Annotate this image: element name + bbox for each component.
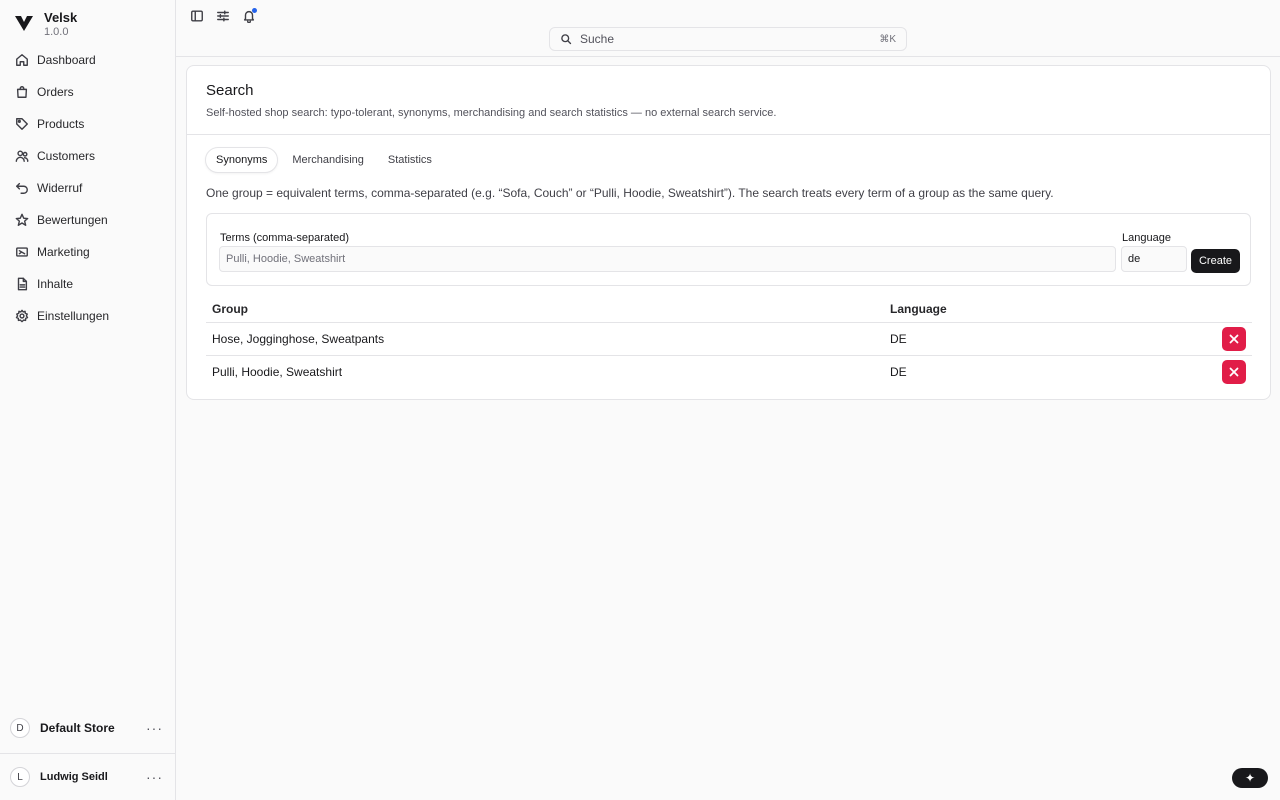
sidebar-item-label: Dashboard bbox=[37, 53, 96, 67]
topbar-icons bbox=[190, 8, 257, 24]
delete-button[interactable] bbox=[1222, 359, 1246, 384]
brand-name: Velsk bbox=[44, 10, 78, 25]
file-icon bbox=[17, 277, 28, 291]
store-switcher[interactable]: D Default Store ··· bbox=[0, 707, 175, 749]
sidebar-nav: Dashboard Orders Products Customers Wide… bbox=[0, 44, 175, 332]
sidebar-item-bewertungen[interactable]: Bewertungen bbox=[0, 204, 175, 236]
app-shell: Velsk 1.0.0 Dashboard Orders Products Cu… bbox=[0, 0, 1280, 800]
search-shortcut: ⌘K bbox=[879, 33, 896, 45]
sidebar-item-orders[interactable]: Orders bbox=[0, 76, 175, 108]
create-button[interactable]: Create bbox=[1191, 249, 1240, 273]
language-input[interactable] bbox=[1121, 246, 1187, 272]
table-row: Pulli, Hoodie, Sweatshirt DE bbox=[206, 355, 1252, 388]
velsk-logo-icon bbox=[15, 16, 33, 31]
sliders-icon[interactable] bbox=[216, 9, 230, 23]
brand[interactable]: Velsk 1.0.0 bbox=[0, 0, 175, 44]
terms-input[interactable] bbox=[219, 246, 1116, 272]
user-more-button[interactable]: ··· bbox=[146, 769, 163, 785]
column-header-actions bbox=[1125, 296, 1252, 323]
sidebar-item-label: Bewertungen bbox=[37, 213, 108, 227]
sidebar-item-einstellungen[interactable]: Einstellungen bbox=[0, 300, 175, 332]
search-icon bbox=[561, 34, 572, 45]
tag-icon bbox=[16, 118, 28, 130]
users-icon bbox=[15, 150, 29, 162]
sidebar-item-marketing[interactable]: Marketing bbox=[0, 236, 175, 268]
cell-group: Pulli, Hoodie, Sweatshirt bbox=[212, 364, 343, 379]
terms-label: Terms (comma-separated) bbox=[220, 232, 349, 244]
card-header: Search Self-hosted shop search: typo-tol… bbox=[187, 66, 1270, 135]
cell-language: DE bbox=[884, 322, 1126, 356]
page-title: Search bbox=[206, 82, 254, 99]
page-description: Self-hosted shop search: typo-tolerant, … bbox=[206, 107, 777, 119]
sidebar-item-inhalte[interactable]: Inhalte bbox=[0, 268, 175, 300]
table-row: Hose, Jogginghose, Sweatpants DE bbox=[206, 322, 1252, 356]
notification-dot bbox=[252, 8, 257, 13]
delete-button[interactable] bbox=[1222, 326, 1246, 351]
topbar: Suche ⌘K bbox=[176, 0, 1280, 57]
sidebar-item-label: Products bbox=[37, 117, 85, 131]
user-name: Ludwig Seidl bbox=[40, 771, 108, 783]
synonyms-help-text: One group = equivalent terms, comma-sepa… bbox=[206, 186, 1054, 200]
cell-actions bbox=[1125, 322, 1252, 356]
store-avatar: D bbox=[10, 718, 30, 738]
close-icon bbox=[1229, 334, 1239, 343]
sidebar-toggle-icon[interactable] bbox=[190, 9, 204, 23]
tab-merchandising[interactable]: Merchandising bbox=[282, 147, 374, 173]
sidebar-footer-divider bbox=[0, 753, 175, 754]
tab-synonyms[interactable]: Synonyms bbox=[205, 147, 279, 173]
sidebar-item-label: Widerruf bbox=[37, 181, 83, 195]
brand-text: Velsk 1.0.0 bbox=[44, 10, 77, 39]
sidebar-item-label: Einstellungen bbox=[37, 309, 110, 323]
store-name: Default Store bbox=[40, 721, 115, 735]
sidebar-item-products[interactable]: Products bbox=[0, 108, 175, 140]
sidebar-item-label: Marketing bbox=[37, 245, 90, 259]
main-area: Suche ⌘K Search Self-hosted shop search:… bbox=[176, 0, 1280, 800]
user-avatar: L bbox=[10, 767, 30, 787]
home-icon bbox=[16, 54, 28, 66]
column-header-group: Group bbox=[206, 296, 884, 323]
sidebar-item-widerruf[interactable]: Widerruf bbox=[0, 172, 175, 204]
search-settings-card: Search Self-hosted shop search: typo-tol… bbox=[186, 65, 1271, 400]
sidebar: Velsk 1.0.0 Dashboard Orders Products Cu… bbox=[0, 0, 176, 800]
undo-icon bbox=[16, 182, 28, 194]
sidebar-item-label: Inhalte bbox=[37, 277, 74, 291]
search-label: Suche bbox=[580, 32, 615, 46]
shopping-bag-icon bbox=[16, 86, 28, 98]
language-label: Language bbox=[1122, 232, 1171, 244]
gear-icon bbox=[15, 309, 29, 323]
cell-actions bbox=[1125, 355, 1252, 388]
close-icon bbox=[1229, 367, 1239, 377]
sidebar-item-customers[interactable]: Customers bbox=[0, 140, 175, 172]
cell-language: DE bbox=[890, 364, 907, 379]
column-header-language: Language bbox=[884, 296, 1126, 323]
assistant-sparkle-button[interactable]: ✦ bbox=[1232, 768, 1268, 788]
synonym-create-form: Terms (comma-separated) Language Create bbox=[206, 213, 1251, 286]
store-more-button[interactable]: ··· bbox=[146, 720, 163, 736]
star-icon bbox=[15, 213, 29, 226]
tabs: Synonyms Merchandising Statistics bbox=[187, 135, 1270, 175]
table-header-row: Group Language bbox=[206, 296, 1252, 323]
ticket-icon bbox=[16, 247, 28, 257]
sidebar-item-label: Orders bbox=[37, 85, 74, 99]
tab-statistics[interactable]: Statistics bbox=[378, 147, 442, 173]
bell-icon[interactable] bbox=[242, 8, 257, 24]
brand-version: 1.0.0 bbox=[44, 26, 69, 38]
sidebar-item-dashboard[interactable]: Dashboard bbox=[0, 44, 175, 76]
user-menu[interactable]: L Ludwig Seidl ··· bbox=[0, 756, 175, 798]
sidebar-item-label: Customers bbox=[37, 149, 96, 163]
cell-group: Hose, Jogginghose, Sweatpants bbox=[206, 322, 884, 356]
synonyms-table: Group Language Hose, Jogginghose, Sweatp… bbox=[206, 296, 1252, 388]
global-search-input[interactable]: Suche ⌘K bbox=[549, 27, 907, 51]
